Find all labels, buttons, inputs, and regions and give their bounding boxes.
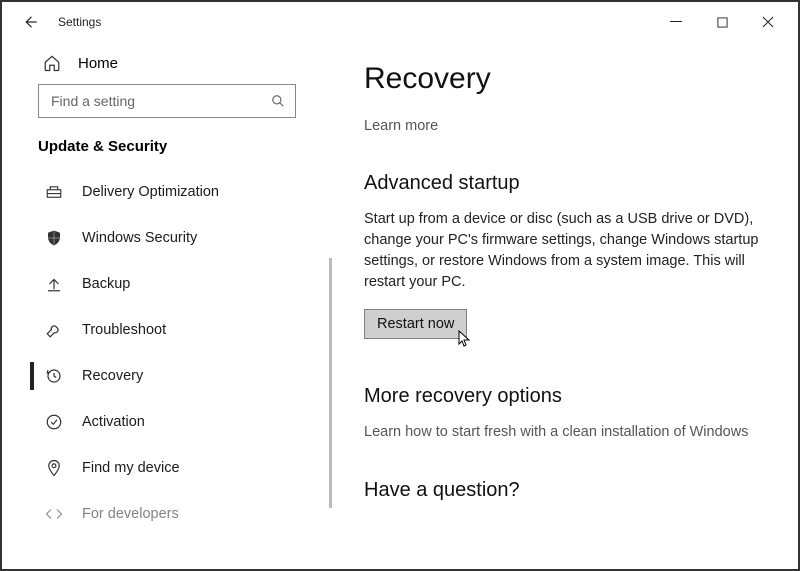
- titlebar: Settings: [2, 2, 798, 42]
- location-icon: [44, 459, 64, 477]
- wrench-icon: [44, 321, 64, 339]
- maximize-button[interactable]: [700, 6, 744, 38]
- restart-now-button[interactable]: Restart now: [364, 309, 467, 339]
- nav-list: Delivery Optimization Windows Security B…: [2, 169, 332, 537]
- delivery-icon: [44, 183, 64, 201]
- search-icon: [271, 94, 285, 108]
- search-input[interactable]: [49, 92, 271, 110]
- back-arrow-icon: [21, 13, 39, 31]
- close-button[interactable]: [746, 6, 790, 38]
- minimize-button[interactable]: [654, 6, 698, 38]
- close-icon: [762, 16, 774, 28]
- sidebar-item-troubleshoot[interactable]: Troubleshoot: [2, 307, 332, 353]
- recovery-icon: [44, 367, 64, 385]
- home-icon: [42, 54, 62, 72]
- back-button[interactable]: [10, 2, 50, 42]
- selection-indicator: [30, 362, 34, 390]
- window-title: Settings: [58, 15, 101, 29]
- question-heading: Have a question?: [364, 479, 774, 502]
- sidebar-item-find-my-device[interactable]: Find my device: [2, 445, 332, 491]
- developers-icon: [44, 505, 64, 523]
- sidebar-item-windows-security[interactable]: Windows Security: [2, 215, 332, 261]
- window-controls: [654, 6, 790, 38]
- sidebar-item-label: Activation: [82, 414, 145, 430]
- activation-icon: [44, 413, 64, 431]
- home-label: Home: [78, 55, 118, 72]
- sidebar-item-label: Backup: [82, 276, 130, 292]
- sidebar-item-backup[interactable]: Backup: [2, 261, 332, 307]
- page-title: Recovery: [364, 62, 774, 96]
- sidebar-item-for-developers[interactable]: For developers: [2, 491, 332, 537]
- sidebar-item-label: Delivery Optimization: [82, 184, 219, 200]
- sidebar-item-delivery-optimization[interactable]: Delivery Optimization: [2, 169, 332, 215]
- category-heading: Update & Security: [2, 138, 332, 169]
- shield-icon: [44, 229, 64, 247]
- search-box[interactable]: [38, 84, 296, 118]
- content-pane: Recovery Learn more Advanced startup Sta…: [332, 42, 798, 569]
- sidebar-item-activation[interactable]: Activation: [2, 399, 332, 445]
- advanced-startup-body: Start up from a device or disc (such as …: [364, 209, 762, 293]
- home-nav-item[interactable]: Home: [2, 42, 332, 84]
- sidebar-item-label: Troubleshoot: [82, 322, 166, 338]
- sidebar-item-label: Windows Security: [82, 230, 197, 246]
- learn-more-link[interactable]: Learn more: [364, 118, 774, 134]
- minimize-icon: [670, 16, 682, 28]
- sidebar-item-label: Find my device: [82, 460, 180, 476]
- more-recovery-heading: More recovery options: [364, 385, 774, 408]
- sidebar-item-recovery[interactable]: Recovery: [2, 353, 332, 399]
- sidebar-item-label: Recovery: [82, 368, 143, 384]
- more-recovery-body[interactable]: Learn how to start fresh with a clean in…: [364, 422, 762, 443]
- restart-now-label: Restart now: [377, 316, 454, 332]
- backup-icon: [44, 275, 64, 293]
- cursor-icon: [458, 330, 472, 348]
- advanced-startup-heading: Advanced startup: [364, 172, 774, 195]
- sidebar-item-label: For developers: [82, 506, 179, 522]
- maximize-icon: [717, 17, 728, 28]
- navigation-pane: Home Update & Security Delivery Optimiza…: [2, 42, 332, 569]
